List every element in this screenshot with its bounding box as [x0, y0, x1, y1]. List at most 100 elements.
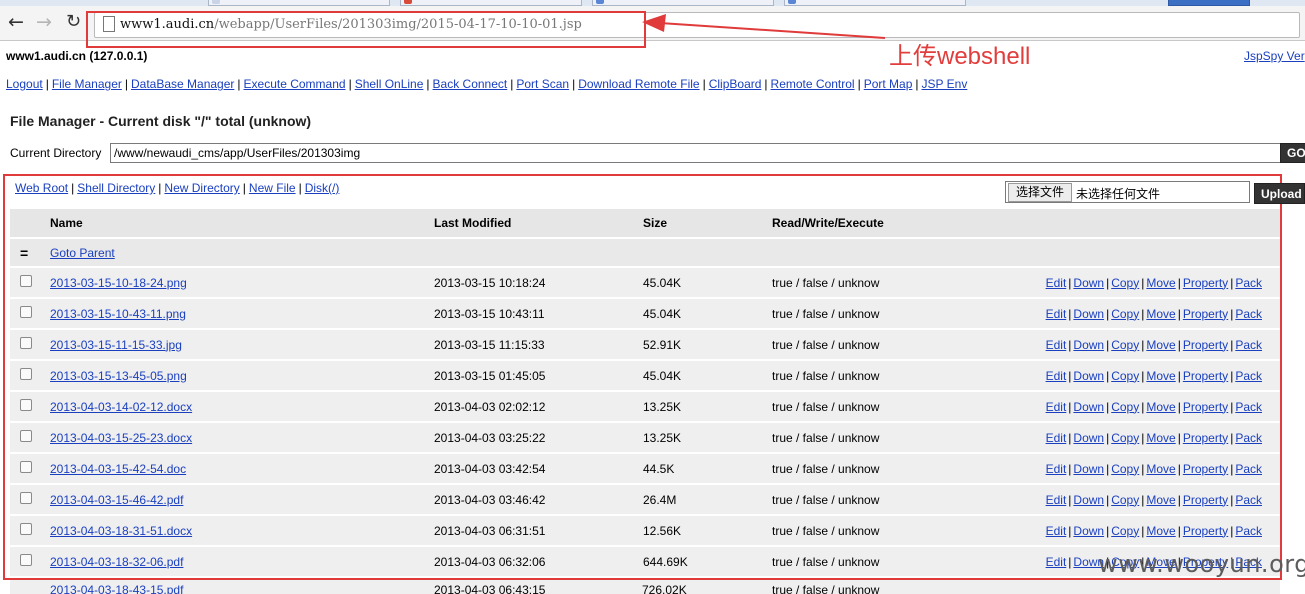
op-move-link[interactable]: Move [1146, 462, 1175, 476]
op-property-link[interactable]: Property [1183, 493, 1228, 507]
file-name-link[interactable]: 2013-04-03-18-31-51.docx [50, 524, 192, 538]
op-pack-link[interactable]: Pack [1235, 524, 1262, 538]
row-checkbox[interactable] [20, 368, 32, 380]
op-copy-link[interactable]: Copy [1111, 493, 1139, 507]
nav-link-shell-online[interactable]: Shell OnLine [355, 77, 424, 91]
file-chooser[interactable]: 选择文件 未选择任何文件 [1005, 181, 1250, 203]
op-property-link[interactable]: Property [1183, 431, 1228, 445]
op-pack-link[interactable]: Pack [1235, 462, 1262, 476]
op-down-link[interactable]: Down [1073, 524, 1104, 538]
nav-link-port-scan[interactable]: Port Scan [516, 77, 569, 91]
nav-link-download-remote-file[interactable]: Download Remote File [578, 77, 699, 91]
go-button[interactable]: GO [1280, 143, 1305, 163]
nav-link-file-manager[interactable]: File Manager [52, 77, 122, 91]
back-arrow-icon[interactable]: ← [8, 10, 24, 34]
op-pack-link[interactable]: Pack [1235, 400, 1262, 414]
op-pack-link[interactable]: Pack [1235, 307, 1262, 321]
op-move-link[interactable]: Move [1146, 524, 1175, 538]
file-name-link[interactable]: 2013-04-03-15-42-54.doc [50, 462, 186, 476]
op-edit-link[interactable]: Edit [1046, 462, 1067, 476]
file-name-link[interactable]: 2013-03-15-10-43-11.png [50, 307, 186, 321]
nav-link-back-connect[interactable]: Back Connect [433, 77, 508, 91]
op-edit-link[interactable]: Edit [1046, 276, 1067, 290]
row-checkbox[interactable] [20, 399, 32, 411]
op-property-link[interactable]: Property [1183, 369, 1228, 383]
op-down-link[interactable]: Down [1073, 400, 1104, 414]
op-down-link[interactable]: Down [1073, 369, 1104, 383]
nav-link-jsp-env[interactable]: JSP Env [922, 77, 968, 91]
op-copy-link[interactable]: Copy [1111, 369, 1139, 383]
op-move-link[interactable]: Move [1146, 338, 1175, 352]
op-edit-link[interactable]: Edit [1046, 369, 1067, 383]
op-pack-link[interactable]: Pack [1235, 369, 1262, 383]
op-edit-link[interactable]: Edit [1046, 400, 1067, 414]
op-edit-link[interactable]: Edit [1046, 524, 1067, 538]
nav-link-database-manager[interactable]: DataBase Manager [131, 77, 234, 91]
op-down-link[interactable]: Down [1073, 307, 1104, 321]
op-edit-link[interactable]: Edit [1046, 431, 1067, 445]
row-checkbox[interactable] [20, 430, 32, 442]
op-copy-link[interactable]: Copy [1111, 307, 1139, 321]
reload-icon[interactable]: ↻ [66, 10, 81, 34]
file-name-link[interactable]: 2013-04-03-14-02-12.docx [50, 400, 192, 414]
nav-link-logout[interactable]: Logout [6, 77, 43, 91]
op-down-link[interactable]: Down [1073, 338, 1104, 352]
row-checkbox[interactable] [20, 492, 32, 504]
file-name-link[interactable]: 2013-03-15-10-18-24.png [50, 276, 187, 290]
op-copy-link[interactable]: Copy [1111, 400, 1139, 414]
op-pack-link[interactable]: Pack [1235, 493, 1262, 507]
file-name-link[interactable]: 2013-04-03-18-43-15.pdf [50, 583, 183, 594]
op-property-link[interactable]: Property [1183, 462, 1228, 476]
op-property-link[interactable]: Property [1183, 400, 1228, 414]
op-pack-link[interactable]: Pack [1235, 338, 1262, 352]
row-checkbox[interactable] [20, 275, 32, 287]
file-name-link[interactable]: 2013-04-03-15-46-42.pdf [50, 493, 183, 507]
file-name-link[interactable]: 2013-04-03-18-32-06.pdf [50, 555, 183, 569]
op-copy-link[interactable]: Copy [1111, 338, 1139, 352]
action-link-web-root[interactable]: Web Root [15, 181, 68, 195]
op-move-link[interactable]: Move [1146, 431, 1175, 445]
op-edit-link[interactable]: Edit [1046, 338, 1067, 352]
version-link[interactable]: JspSpy Ver [1244, 49, 1305, 63]
op-move-link[interactable]: Move [1146, 369, 1175, 383]
nav-link-remote-control[interactable]: Remote Control [771, 77, 855, 91]
op-copy-link[interactable]: Copy [1111, 431, 1139, 445]
op-pack-link[interactable]: Pack [1235, 276, 1262, 290]
op-move-link[interactable]: Move [1146, 276, 1175, 290]
row-checkbox[interactable] [20, 523, 32, 535]
nav-link-execute-command[interactable]: Execute Command [244, 77, 346, 91]
action-link-new-directory[interactable]: New Directory [164, 181, 239, 195]
op-copy-link[interactable]: Copy [1111, 462, 1139, 476]
op-move-link[interactable]: Move [1146, 307, 1175, 321]
forward-arrow-icon[interactable]: → [36, 10, 52, 34]
current-directory-input[interactable] [110, 143, 1282, 163]
op-edit-link[interactable]: Edit [1046, 493, 1067, 507]
op-property-link[interactable]: Property [1183, 338, 1228, 352]
op-property-link[interactable]: Property [1183, 524, 1228, 538]
op-edit-link[interactable]: Edit [1046, 307, 1067, 321]
row-checkbox[interactable] [20, 554, 32, 566]
action-link-new-file[interactable]: New File [249, 181, 296, 195]
op-down-link[interactable]: Down [1073, 431, 1104, 445]
row-checkbox[interactable] [20, 337, 32, 349]
nav-link-port-map[interactable]: Port Map [864, 77, 913, 91]
action-link-shell-directory[interactable]: Shell Directory [77, 181, 155, 195]
row-checkbox[interactable] [20, 461, 32, 473]
file-name-link[interactable]: 2013-03-15-11-15-33.jpg [50, 338, 182, 352]
op-down-link[interactable]: Down [1073, 493, 1104, 507]
upload-button[interactable]: Upload [1254, 183, 1305, 204]
action-link-disk[interactable]: Disk(/) [305, 181, 340, 195]
file-name-link[interactable]: 2013-04-03-15-25-23.docx [50, 431, 192, 445]
op-down-link[interactable]: Down [1073, 462, 1104, 476]
nav-link-clipboard[interactable]: ClipBoard [709, 77, 762, 91]
op-edit-link[interactable]: Edit [1046, 555, 1067, 569]
choose-file-button[interactable]: 选择文件 [1008, 183, 1073, 202]
row-checkbox[interactable] [20, 306, 32, 318]
goto-parent-link[interactable]: Goto Parent [50, 246, 115, 260]
op-property-link[interactable]: Property [1183, 276, 1228, 290]
op-down-link[interactable]: Down [1073, 276, 1104, 290]
op-copy-link[interactable]: Copy [1111, 276, 1139, 290]
op-copy-link[interactable]: Copy [1111, 524, 1139, 538]
file-name-link[interactable]: 2013-03-15-13-45-05.png [50, 369, 187, 383]
op-property-link[interactable]: Property [1183, 307, 1228, 321]
